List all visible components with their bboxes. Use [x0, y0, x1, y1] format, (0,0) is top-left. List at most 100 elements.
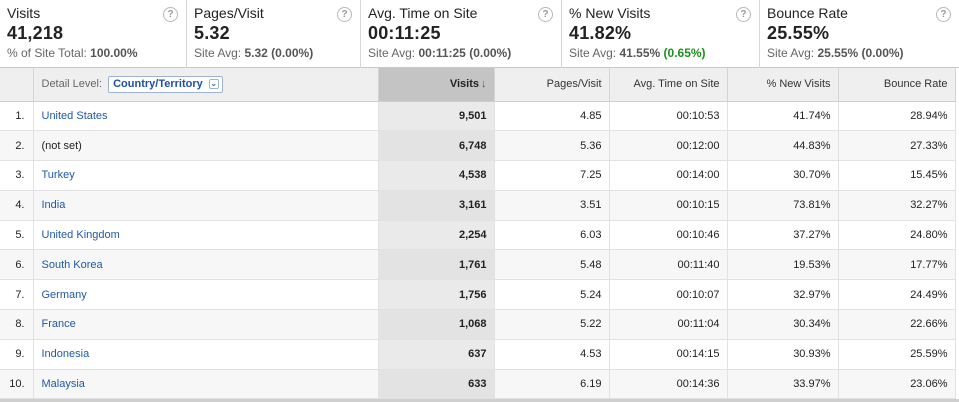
column-label: Pages/Visit [546, 78, 602, 91]
row-visits-cell: 4,538 [378, 160, 495, 191]
help-icon[interactable]: ? [538, 7, 553, 22]
row-new-visits: 44.83% [793, 139, 831, 152]
country-link[interactable]: Germany [42, 289, 87, 301]
metric-sub-prefix: Site Avg: [194, 46, 245, 60]
metric-value: 41,218 [7, 23, 64, 43]
row-index: 3. [15, 169, 25, 182]
metric-sub-prefix: % of Site Total: [7, 46, 91, 60]
row-country-cell: United States [33, 101, 379, 132]
column-label: Visits [449, 78, 479, 91]
metrics-summary: Visits 41,218 % of Site Total: 100.00% ?… [0, 0, 959, 68]
row-new-visits: 30.34% [793, 318, 831, 331]
row-pages-visit: 5.36 [580, 139, 602, 152]
row-new-visits: 32.97% [793, 288, 831, 301]
row-avg-time: 00:10:53 [676, 109, 720, 122]
row-bounce-rate-cell: 23.06% [838, 369, 956, 400]
help-icon[interactable]: ? [163, 7, 178, 22]
row-new-visits-cell: 73.81% [727, 190, 839, 221]
country-link[interactable]: United Kingdom [42, 229, 120, 241]
metric-subtext: % of Site Total: 100.00% [7, 45, 186, 61]
column-header-pages-visit[interactable]: Pages/Visit [494, 68, 610, 102]
row-avg-time: 00:11:04 [677, 318, 720, 331]
row-index: 10. [9, 378, 25, 391]
row-bounce-rate: 22.66% [910, 318, 948, 331]
sort-arrow-icon: ↓ [481, 78, 487, 91]
row-new-visits: 41.74% [793, 109, 831, 122]
row-pages-visit-cell: 4.53 [494, 339, 610, 370]
row-index-cell: 1. [0, 101, 34, 132]
detail-level-dropdown[interactable]: Country/Territory ⌄ [108, 75, 223, 93]
metric-bounce-rate[interactable]: Bounce Rate 25.55% Site Avg: 25.55% (0.0… [760, 0, 959, 68]
metric-value: 25.55% [767, 23, 830, 43]
metric-visits[interactable]: Visits 41,218 % of Site Total: 100.00% ? [0, 0, 187, 68]
row-visits-cell: 1,761 [378, 249, 495, 281]
metric-subtext: Site Avg: 41.55% (0.65%) [569, 45, 759, 61]
row-avg-time-cell: 00:11:40 [609, 249, 728, 281]
row-avg-time-cell: 00:10:07 [609, 279, 728, 311]
metric-avg-time[interactable]: Avg. Time on Site 00:11:25 Site Avg: 00:… [361, 0, 562, 68]
row-visits: 9,501 [458, 109, 487, 122]
row-new-visits: 30.93% [793, 348, 831, 361]
help-icon[interactable]: ? [337, 7, 352, 22]
metric-subtext: Site Avg: 00:11:25 (0.00%) [368, 45, 561, 61]
row-bounce-rate: 28.94% [910, 109, 948, 122]
row-visits: 4,538 [458, 169, 487, 182]
country-link[interactable]: South Korea [42, 259, 103, 271]
column-header-visits[interactable]: Visits ↓ [378, 68, 495, 102]
detail-level-label: Detail Level: [41, 78, 103, 91]
row-pages-visit-cell: 6.19 [494, 369, 610, 400]
metric-label: Bounce Rate [767, 5, 848, 21]
metric-sub-value: 100.00% [90, 46, 138, 60]
row-visits: 1,756 [458, 288, 487, 301]
row-avg-time: 00:10:46 [676, 229, 720, 242]
row-bounce-rate: 32.27% [910, 199, 948, 212]
table-row: 1. United States 9,501 4.85 00:10:53 41.74% 28… [0, 101, 956, 132]
row-avg-time-cell: 00:11:04 [609, 309, 728, 340]
row-visits: 3,161 [458, 199, 487, 212]
metric-sub-value: 25.55% (0.00%) [817, 46, 904, 60]
help-icon[interactable]: ? [736, 7, 751, 22]
row-visits-cell: 1,756 [378, 279, 495, 311]
row-avg-time: 00:10:15 [676, 199, 720, 212]
column-header-bounce-rate[interactable]: Bounce Rate [838, 68, 956, 102]
country-link[interactable]: United States [42, 110, 108, 122]
metric-sub-value: 5.32 (0.00%) [244, 46, 314, 60]
row-pages-visit-cell: 5.48 [494, 249, 610, 281]
row-new-visits-cell: 30.34% [727, 309, 839, 340]
country-link[interactable]: Malaysia [42, 378, 85, 390]
row-bounce-rate-cell: 27.33% [838, 130, 956, 162]
row-pages-visit: 6.03 [580, 229, 602, 242]
metric-sub-value: 00:11:25 (0.00%) [418, 46, 512, 60]
row-avg-time-cell: 00:12:00 [609, 130, 728, 162]
row-visits-cell: 2,254 [378, 220, 495, 251]
country-link[interactable]: Indonesia [42, 348, 90, 360]
column-header-new-visits[interactable]: % New Visits [727, 68, 839, 102]
row-bounce-rate-cell: 24.49% [838, 279, 956, 311]
metric-new-visits[interactable]: % New Visits 41.82% Site Avg: 41.55% (0.… [562, 0, 760, 68]
help-icon[interactable]: ? [936, 7, 951, 22]
row-visits: 2,254 [458, 229, 487, 242]
row-index-cell: 4. [0, 190, 34, 221]
row-index: 4. [15, 199, 25, 212]
country-link[interactable]: India [42, 199, 66, 211]
row-pages-visit: 4.85 [580, 109, 602, 122]
row-bounce-rate-cell: 22.66% [838, 309, 956, 340]
row-avg-time: 00:14:36 [676, 378, 720, 391]
row-avg-time: 00:14:00 [676, 169, 720, 182]
country-link[interactable]: France [42, 318, 76, 330]
row-visits-cell: 6,748 [378, 130, 495, 162]
row-pages-visit-cell: 5.22 [494, 309, 610, 340]
column-header-avg-time[interactable]: Avg. Time on Site [609, 68, 728, 102]
row-bounce-rate: 23.06% [910, 378, 948, 391]
column-label: Bounce Rate [883, 78, 948, 91]
row-new-visits: 73.81% [793, 199, 831, 212]
row-pages-visit: 5.22 [580, 318, 602, 331]
metric-pages-visit[interactable]: Pages/Visit 5.32 Site Avg: 5.32 (0.00%) … [187, 0, 361, 68]
row-index: 9. [15, 348, 25, 361]
row-bounce-rate-cell: 24.80% [838, 220, 956, 251]
country-link[interactable]: Turkey [42, 169, 75, 181]
row-avg-time-cell: 00:14:15 [609, 339, 728, 370]
row-index: 7. [15, 288, 25, 301]
metric-label: Pages/Visit [194, 5, 264, 21]
row-pages-visit-cell: 5.24 [494, 279, 610, 311]
